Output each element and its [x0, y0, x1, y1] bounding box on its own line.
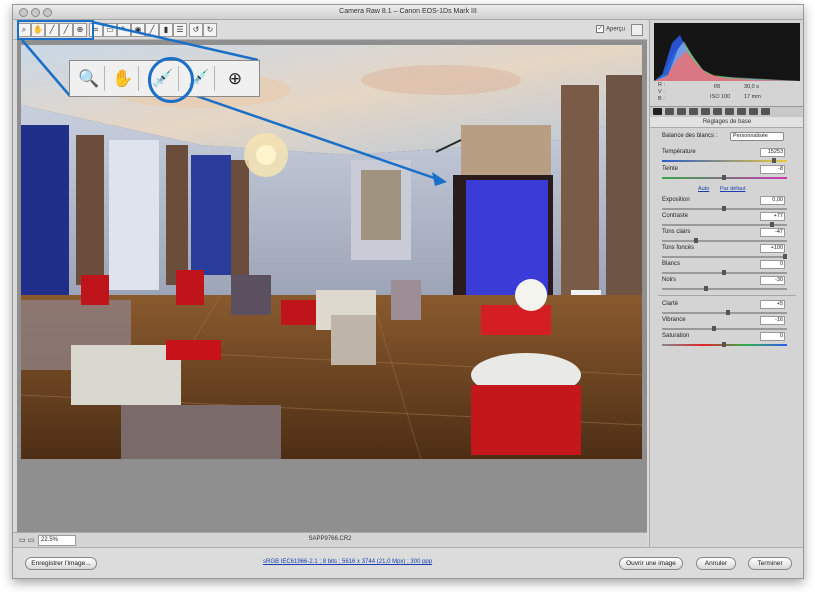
spot-removal-tool-icon[interactable]: ✎	[117, 23, 131, 37]
preview-label: Aperçu	[606, 26, 626, 33]
vibrance-field[interactable]: -16	[760, 316, 785, 325]
clarity-slider[interactable]	[662, 310, 787, 315]
tab-camera-calibration[interactable]	[737, 108, 746, 115]
wb-label: Balance des blancs :	[662, 133, 718, 139]
rotate-left-icon[interactable]: ↺	[189, 23, 203, 37]
cancel-button[interactable]: Annuler	[696, 557, 736, 570]
preview-checkbox[interactable]: ✓ Aperçu	[596, 25, 625, 33]
contrast-slider[interactable]	[662, 222, 787, 227]
zoom-icon: 🔍	[74, 66, 105, 91]
focal-length: 17 mm	[744, 94, 761, 100]
aperture: f/8	[714, 84, 721, 90]
red-eye-tool-icon[interactable]: ◉	[131, 23, 145, 37]
vibrance-thumb[interactable]	[712, 326, 716, 331]
image-filename: SAPP9766.CR2	[308, 536, 352, 542]
temperature-label: Température	[662, 149, 696, 155]
saturation-label: Saturation	[662, 333, 690, 339]
done-button[interactable]: Terminer	[748, 557, 792, 570]
photo-preview[interactable]	[21, 45, 642, 459]
default-link[interactable]: Par défaut	[720, 186, 745, 192]
targeted-adjustment-icon: ⊕	[227, 69, 243, 88]
tab-lens-corrections[interactable]	[713, 108, 722, 115]
right-panel: R : V : B : f/8 30,0 s ISO 100 17 mm Rég…	[649, 20, 803, 547]
clarity-thumb[interactable]	[726, 310, 730, 315]
tab-detail[interactable]	[677, 108, 686, 115]
whites-label: Blancs	[662, 261, 681, 267]
panel-title: Réglages de base	[650, 117, 803, 128]
tint-slider[interactable]	[662, 175, 787, 180]
tab-hsl[interactable]	[689, 108, 698, 115]
contrast-label: Contraste	[662, 213, 689, 219]
tab-basic[interactable]	[653, 108, 662, 115]
zoom-bar: ▭ ▭ 22.5% SAPP9766.CR2	[13, 532, 647, 547]
highlights-label: Tons clairs	[662, 229, 691, 235]
auto-link[interactable]: Auto	[698, 186, 709, 192]
toolbar: ⌕ ✋ ╱ ╱ ⊕ ⌗ ▭ ✎ ◉ ╱ ▮ ☰ ↺ ↻	[13, 20, 647, 40]
fullscreen-button[interactable]	[631, 24, 643, 36]
shadows-thumb[interactable]	[783, 254, 787, 259]
tab-split-toning[interactable]	[701, 108, 710, 115]
blacks-thumb[interactable]	[704, 286, 708, 291]
toolbar-highlight	[17, 20, 94, 40]
rgb-readout: R : V : B :	[658, 82, 666, 102]
whites-thumb[interactable]	[722, 270, 726, 275]
exposure-label: Exposition	[662, 197, 690, 203]
shutter-speed: 30,0 s	[744, 84, 759, 90]
window-title: Camera Raw 8.1 – Canon EOS-1Ds Mark III	[339, 8, 477, 15]
blacks-field[interactable]: -30	[760, 276, 785, 285]
straighten-tool-icon[interactable]: ▭	[103, 23, 117, 37]
rotate-right-icon[interactable]: ↻	[203, 23, 217, 37]
contrast-field[interactable]: +77	[760, 212, 785, 221]
clarity-field[interactable]: +5	[760, 300, 785, 309]
temperature-thumb[interactable]	[772, 158, 776, 163]
whites-field[interactable]: 0	[760, 260, 785, 269]
tint-thumb[interactable]	[722, 175, 726, 180]
highlights-field[interactable]: -47	[760, 228, 785, 237]
exposure-field[interactable]: 0,00	[760, 196, 785, 205]
saturation-slider[interactable]	[662, 342, 787, 347]
contrast-thumb[interactable]	[770, 222, 774, 227]
graduated-filter-tool-icon[interactable]: ▮	[159, 23, 173, 37]
save-image-button[interactable]: Enregistrer l'image...	[25, 557, 97, 570]
tint-label: Teinte	[662, 166, 679, 172]
shadows-label: Tons foncés	[662, 245, 695, 251]
tab-effects[interactable]	[725, 108, 734, 115]
highlights-thumb[interactable]	[694, 238, 698, 243]
tab-tone-curve[interactable]	[665, 108, 674, 115]
blacks-slider[interactable]	[662, 286, 787, 291]
tab-presets[interactable]	[749, 108, 758, 115]
temperature-field[interactable]: 15253	[760, 148, 785, 157]
wb-select[interactable]: Personnalisée	[730, 132, 784, 141]
saturation-thumb[interactable]	[722, 342, 726, 347]
highlights-slider[interactable]	[662, 238, 787, 243]
title-bar: Camera Raw 8.1 – Canon EOS-1Ds Mark III	[13, 5, 803, 20]
checkmark-icon: ✓	[596, 25, 604, 33]
bottom-bar: Enregistrer l'image... sRGB IEC61966-2.1…	[13, 547, 803, 578]
open-image-button[interactable]: Ouvrir une image	[619, 557, 683, 570]
preferences-icon[interactable]: ☰	[173, 23, 187, 37]
vibrance-label: Vibrance	[662, 317, 686, 323]
tint-field[interactable]: -8	[760, 165, 785, 174]
camera-info: R : V : B : f/8 30,0 s ISO 100 17 mm	[654, 82, 800, 104]
histogram	[654, 23, 800, 81]
hand-icon: ✋	[108, 66, 139, 91]
saturation-field[interactable]: 0	[760, 332, 785, 341]
shadows-slider[interactable]	[662, 254, 787, 259]
workflow-options-link[interactable]: sRGB IEC61966-2.1 ; 8 bits ; 5616 x 3744…	[263, 559, 432, 565]
iso: ISO 100	[710, 94, 731, 100]
vibrance-slider[interactable]	[662, 326, 787, 331]
exposure-slider[interactable]	[662, 206, 787, 211]
eyedropper-highlight-circle	[148, 57, 194, 103]
shadows-field[interactable]: +100	[760, 244, 785, 253]
whites-slider[interactable]	[662, 270, 787, 275]
divider	[658, 295, 796, 296]
temperature-slider[interactable]	[662, 158, 787, 163]
adjustment-brush-tool-icon[interactable]: ╱	[145, 23, 159, 37]
tab-snapshots[interactable]	[761, 108, 770, 115]
exposure-thumb[interactable]	[722, 206, 726, 211]
blacks-label: Noirs	[662, 277, 677, 283]
clarity-label: Clarté	[662, 301, 679, 307]
